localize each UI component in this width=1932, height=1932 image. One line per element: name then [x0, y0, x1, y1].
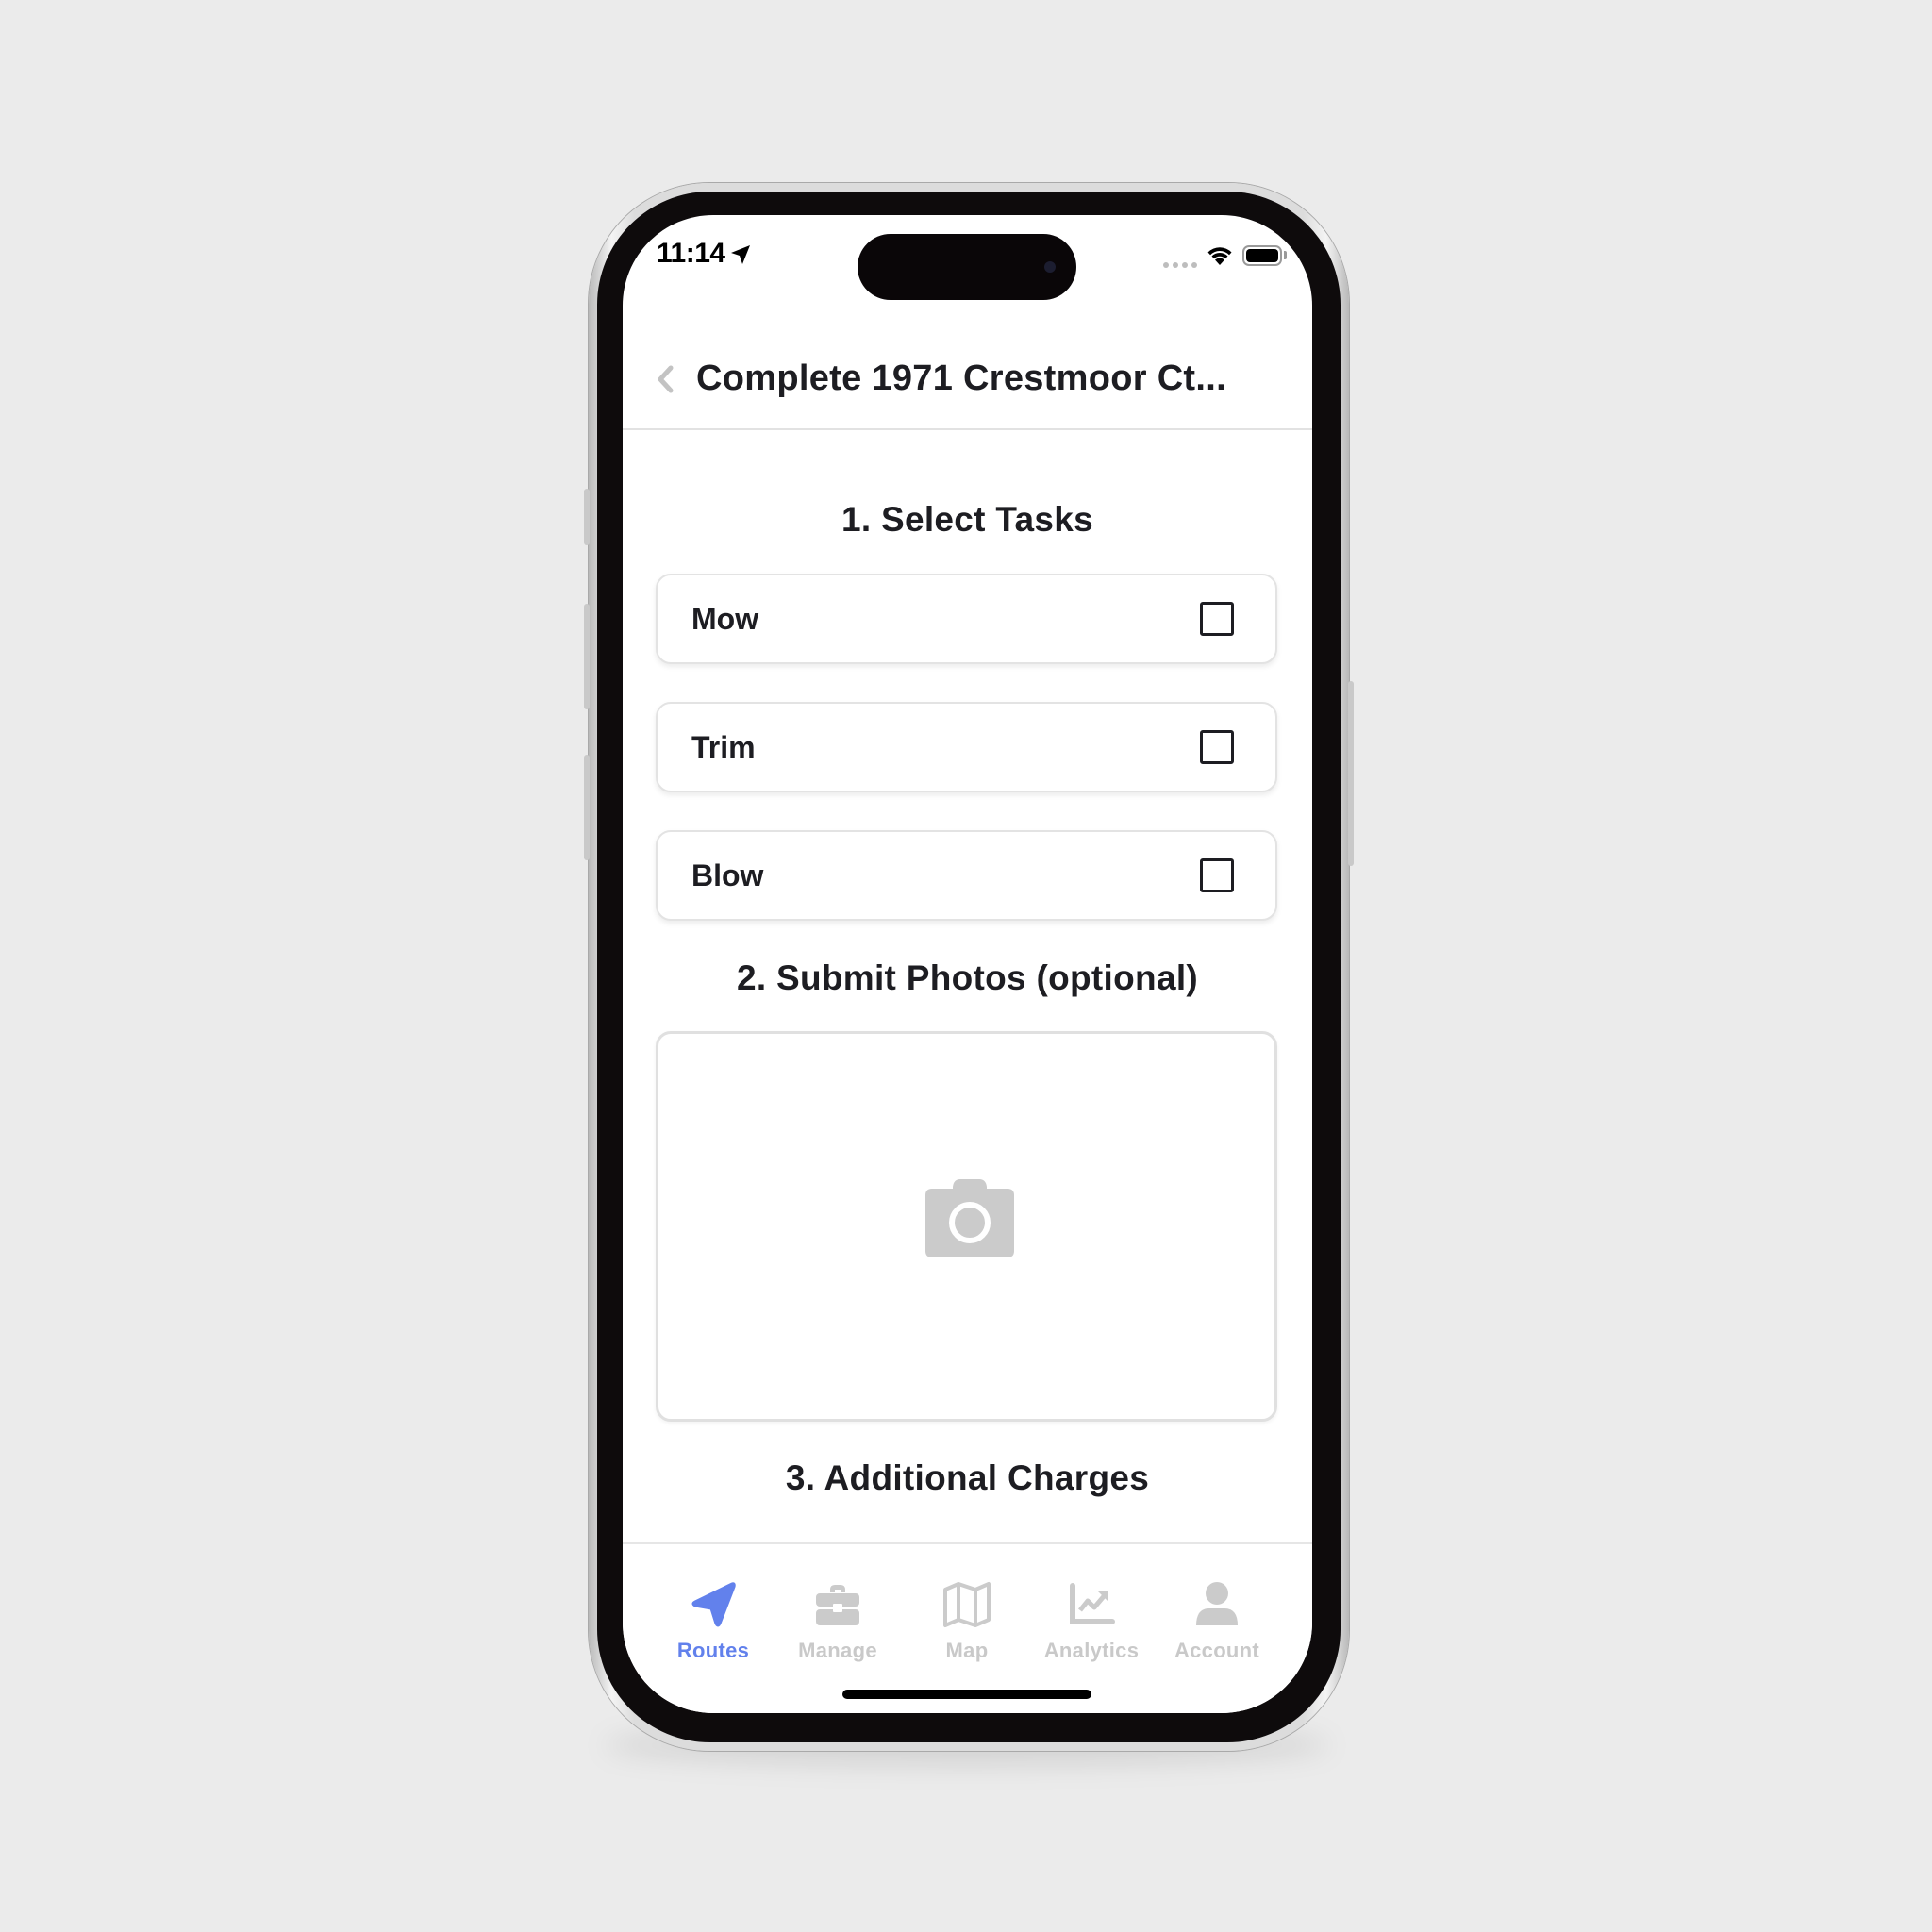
dynamic-island	[858, 234, 1076, 300]
battery-icon	[1242, 245, 1282, 266]
cellular-signal-icon	[1163, 262, 1197, 268]
map-icon	[943, 1582, 991, 1627]
front-camera	[1044, 261, 1056, 273]
phone-screen: 11:14 Complete 1971 Crestmoor Ct... 1. S…	[623, 215, 1312, 1713]
status-time: 11:14	[657, 238, 725, 269]
task-item-blow[interactable]: Blow	[656, 830, 1277, 921]
task-label: Trim	[691, 730, 756, 764]
task-label: Mow	[691, 602, 759, 636]
battery-level	[1246, 249, 1278, 262]
chart-line-icon	[1070, 1583, 1115, 1624]
wifi-icon	[1208, 247, 1232, 265]
tab-label: Routes	[676, 1639, 750, 1662]
task-checkbox-blow[interactable]	[1200, 858, 1234, 892]
task-item-mow[interactable]: Mow	[656, 574, 1277, 664]
task-checkbox-mow[interactable]	[1200, 602, 1234, 636]
tab-account[interactable]: Account	[1156, 1580, 1278, 1674]
task-label: Blow	[691, 858, 764, 892]
back-button[interactable]	[649, 360, 683, 398]
volume-up-button	[584, 604, 590, 709]
tab-analytics[interactable]: Analytics	[1030, 1580, 1153, 1674]
camera-icon	[925, 1179, 1014, 1257]
tab-manage[interactable]: Manage	[776, 1580, 899, 1674]
tab-label: Analytics	[1043, 1639, 1140, 1662]
battery-cap	[1284, 251, 1287, 259]
action-button	[584, 489, 590, 545]
task-item-trim[interactable]: Trim	[656, 702, 1277, 792]
power-button	[1348, 681, 1354, 866]
section-title-additional-charges: 3. Additional Charges	[785, 1458, 1150, 1497]
home-indicator[interactable]	[842, 1690, 1091, 1699]
user-icon	[1196, 1582, 1238, 1625]
page-title: Complete 1971 Crestmoor Ct...	[696, 358, 1226, 398]
task-checkbox-trim[interactable]	[1200, 730, 1234, 764]
nav-header: Complete 1971 Crestmoor Ct...	[623, 309, 1312, 430]
volume-down-button	[584, 755, 590, 860]
photo-upload-area[interactable]	[656, 1031, 1277, 1422]
navigation-arrow-icon	[691, 1582, 736, 1627]
tab-label: Manage	[798, 1639, 877, 1662]
chevron-left-icon	[658, 365, 674, 393]
tab-map[interactable]: Map	[906, 1580, 1028, 1674]
section-title-select-tasks: 1. Select Tasks	[841, 500, 1094, 539]
briefcase-icon	[816, 1585, 859, 1625]
tab-label: Account	[1174, 1639, 1260, 1662]
location-arrow-icon	[731, 245, 750, 264]
bottom-tab-bar: Routes Manage Map Analytics Account	[623, 1542, 1312, 1713]
tab-label: Map	[945, 1639, 989, 1662]
section-title-submit-photos: 2. Submit Photos (optional)	[736, 958, 1199, 997]
tab-routes[interactable]: Routes	[652, 1580, 774, 1674]
